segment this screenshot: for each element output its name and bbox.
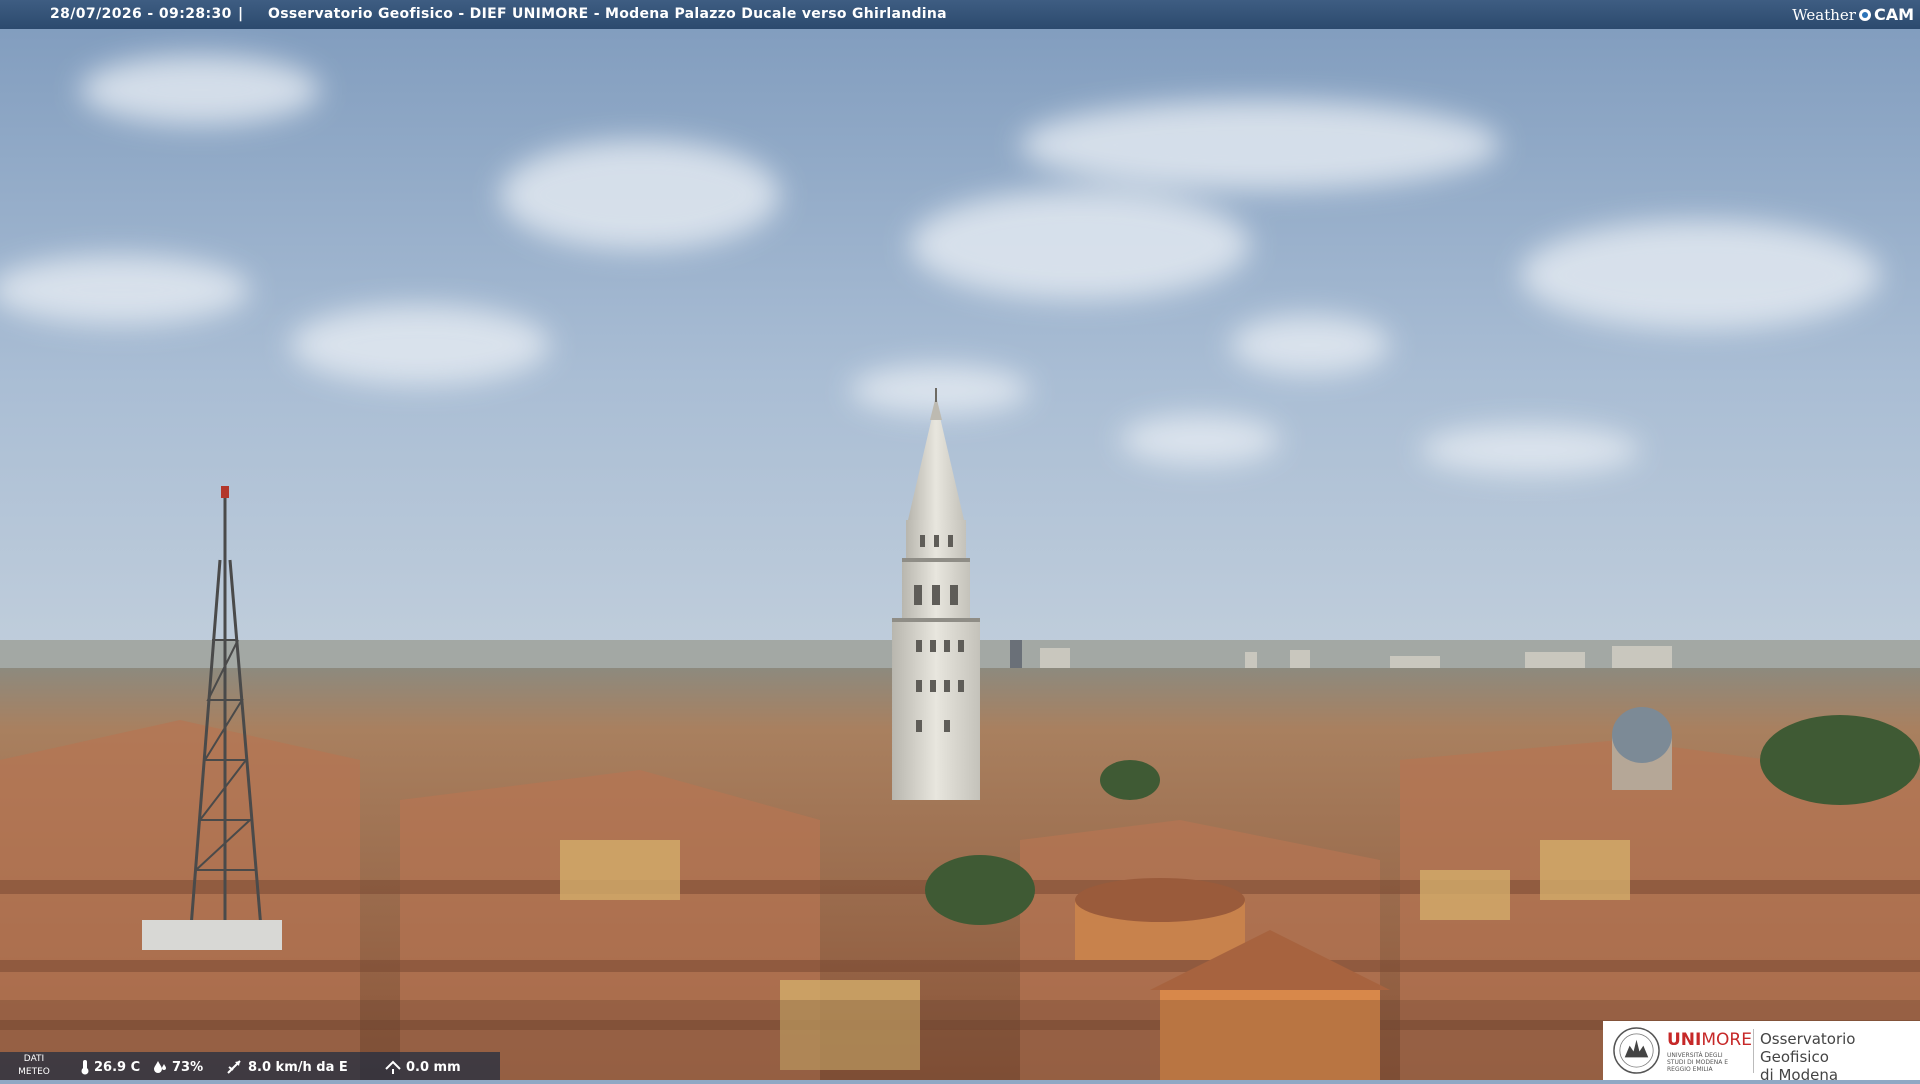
observatory-line1: Osservatorio Geofisico [1760,1030,1856,1066]
wind-vane-icon [227,1060,241,1074]
logo-divider [1753,1029,1754,1073]
webcam-view [0,0,1920,1080]
rain-reading: 0.0 mm [384,1059,461,1075]
weather-data-label: DATI METEO [14,1053,54,1079]
mast-beacon [221,486,229,498]
weather-label-line2: METEO [18,1067,50,1077]
camera-lens-icon [1858,8,1871,21]
header-separator: | [238,6,244,22]
humidity-reading: 73% [152,1059,203,1075]
wordmark-more: MORE [1701,1030,1752,1050]
wordmark-uni: UNI [1667,1030,1702,1050]
temperature-reading: 26.9 C [80,1059,140,1075]
wind-reading: 8.0 km/h da E [226,1059,348,1075]
university-seal-icon [1613,1027,1660,1074]
observatory-line2: di Modena [1760,1066,1839,1084]
weather-data-bar: DATI METEO 26.9 C 73% 8.0 km/h da E 0.0 … [0,1052,500,1080]
temperature-value: 26.9 C [94,1059,141,1075]
university-subtitle: UNIVERSITÀ DEGLI STUDI DI MODENA E REGGI… [1667,1052,1729,1073]
logo-word-weather: Weather [1792,5,1856,24]
wind-value: 8.0 km/h da E [248,1059,348,1075]
dome-right [1612,707,1672,790]
rain-value: 0.0 mm [406,1059,461,1075]
unimore-observatory-logo[interactable]: UNIMORE UNIVERSITÀ DEGLI STUDI DI MODENA… [1603,1021,1920,1084]
humidity-drops-icon [154,1061,166,1073]
mast-equipment [142,920,282,950]
timestamp: 28/07/2026 - 09:28:30 [50,6,232,22]
thermometer-icon [81,1060,89,1075]
humidity-value: 73% [172,1059,204,1075]
observatory-name: Osservatorio Geofisico di Modena [1760,1030,1920,1084]
weathercam-logo[interactable]: Weather CAM [1784,0,1920,29]
rain-gauge-icon [385,1060,401,1074]
unimore-wordmark: UNIMORE [1667,1030,1752,1050]
weather-label-line1: DATI [23,1054,45,1064]
camera-caption: Osservatorio Geofisico - DIEF UNIMORE - … [268,6,947,22]
logo-word-cam: CAM [1873,5,1914,24]
header-bar: 28/07/2026 - 09:28:30 | Osservatorio Geo… [0,0,1920,29]
